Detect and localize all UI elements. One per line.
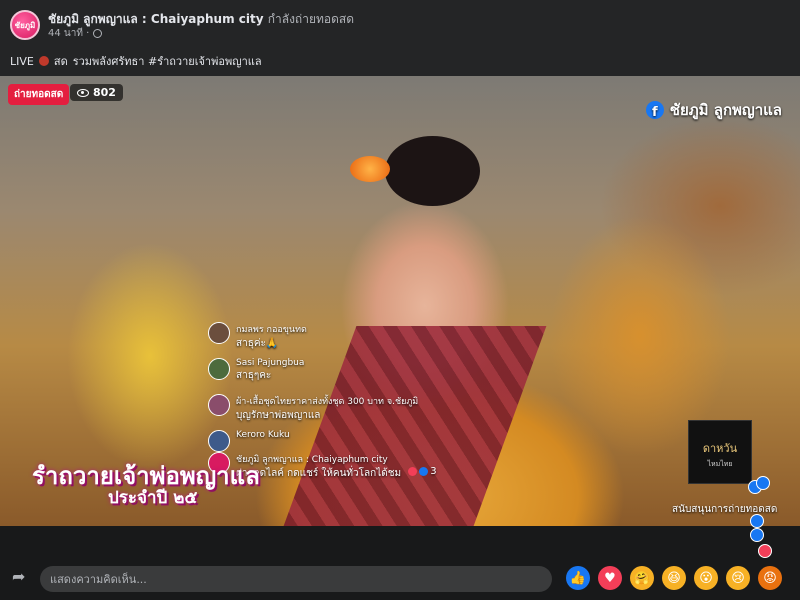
post-meta: 44 นาที · <box>48 26 103 41</box>
page-name-link[interactable]: ชัยภูมิ ลูกพญาแล : Chaiyaphum city <box>48 12 264 26</box>
sad-reaction-icon[interactable]: 😢 <box>726 566 750 590</box>
live-state: สด <box>53 55 68 68</box>
like-reaction-icon[interactable]: 👍 <box>566 566 590 590</box>
live-dot-icon <box>38 56 49 66</box>
comment-text: บุญรักษาพ่อพญาแล <box>236 410 321 421</box>
viewer-count-badge: 802 <box>70 84 123 101</box>
wow-reaction-icon[interactable]: 😮 <box>694 566 718 590</box>
viewer-count: 802 <box>93 86 116 99</box>
post-caption: LIVE สด รวมพลังศรัทธา #รำถวายเจ้าพ่อพญาแ… <box>10 52 262 70</box>
live-action-text: กำลังถ่ายทอดสด <box>267 12 354 26</box>
post-time[interactable]: 44 นาที · <box>48 26 89 41</box>
live-badge: ถ่ายทอดสด <box>8 84 70 105</box>
comment-item: ผ้า-เสื้อชุดไทยราคาส่งทั้งชุด 300 บาท จ.… <box>208 394 438 424</box>
dancer-hair <box>385 136 480 206</box>
commenter-name[interactable]: ชัยภูมิ ลูกพญาแล : Chaiyaphum city <box>236 452 438 466</box>
comment-reactions[interactable]: 3 <box>408 466 437 477</box>
comment-input[interactable] <box>40 566 552 592</box>
heart-icon <box>408 467 418 476</box>
floating-like-icon <box>750 528 764 542</box>
page-watermark: f ชัยภูมิ ลูกพญาแล <box>645 98 782 122</box>
sponsor-logo: ดาหวัน ไหมไทย <box>688 420 752 484</box>
commenter-name[interactable]: Sasi Pajungbua <box>236 358 438 368</box>
care-reaction-icon[interactable]: 🤗 <box>630 566 654 590</box>
floating-love-icon <box>758 544 772 558</box>
live-video[interactable]: ถ่ายทอดสด 802 f ชัยภูมิ ลูกพญาแล กมลพร ก… <box>0 76 800 526</box>
page-avatar[interactable]: ชัยภูมิ <box>10 10 40 40</box>
overlay-subtitle: ประจำปี ๒๕ <box>108 488 198 508</box>
commenter-name[interactable]: Keroro Kuku <box>236 430 438 440</box>
live-label: LIVE <box>10 54 34 68</box>
comment-item: Sasi Pajungbua สาธุๆคะ <box>208 358 438 388</box>
commenter-name[interactable]: ผ้า-เสื้อชุดไทยราคาส่งทั้งชุด 300 บาท จ.… <box>236 394 438 408</box>
commenter-avatar[interactable] <box>208 322 230 344</box>
comment-reaction-count: 3 <box>430 466 437 477</box>
sponsor-logo-text: ดาหวัน <box>702 442 738 455</box>
eye-icon <box>77 88 89 97</box>
share-icon[interactable]: ➦ <box>12 569 30 585</box>
caption-text: รวมพลังศรัทธา #รำถวายเจ้าพ่อพญาแล <box>72 55 262 68</box>
post-header: ชัยภูมิ ชัยภูมิ ลูกพญาแล : Chaiyaphum ci… <box>0 0 800 76</box>
angry-reaction-icon[interactable]: 😡 <box>758 566 782 590</box>
comment-text-content: ฝากกดไลค์ กดแชร์ ให้คนทั่วโลกได้ชม <box>236 468 402 479</box>
globe-icon <box>93 29 103 38</box>
floating-like-icon <box>750 514 764 528</box>
commenter-avatar[interactable] <box>208 358 230 380</box>
comment-text: สาธุๆคะ <box>236 370 272 381</box>
like-icon <box>419 467 429 476</box>
comment-text: ฝากกดไลค์ กดแชร์ ให้คนทั่วโลกได้ชม 3 <box>236 466 438 481</box>
love-reaction-icon[interactable]: ♥ <box>598 566 622 590</box>
comment-item: กมลพร กออขุนทด สาธุค่ะ🙏 <box>208 322 438 352</box>
comment-text: สาธุค่ะ🙏 <box>236 338 279 349</box>
dancer-flower <box>350 156 390 182</box>
commenter-avatar[interactable] <box>208 430 230 452</box>
reactions-bar: 👍 ♥ 🤗 😆 😮 😢 😡 <box>566 566 782 590</box>
watermark-text: ชัยภูมิ ลูกพญาแล <box>669 101 782 119</box>
comment-item: Keroro Kuku <box>208 430 438 452</box>
comment-composer: ➦ 👍 ♥ 🤗 😆 😮 😢 😡 <box>0 514 800 600</box>
commenter-name[interactable]: กมลพร กออขุนทด <box>236 322 438 336</box>
commenter-avatar[interactable] <box>208 394 230 416</box>
sponsor-logo-subtext: ไหมไทย <box>707 460 733 468</box>
facebook-icon: f <box>645 101 664 119</box>
haha-reaction-icon[interactable]: 😆 <box>662 566 686 590</box>
floating-like-icon <box>756 476 770 490</box>
